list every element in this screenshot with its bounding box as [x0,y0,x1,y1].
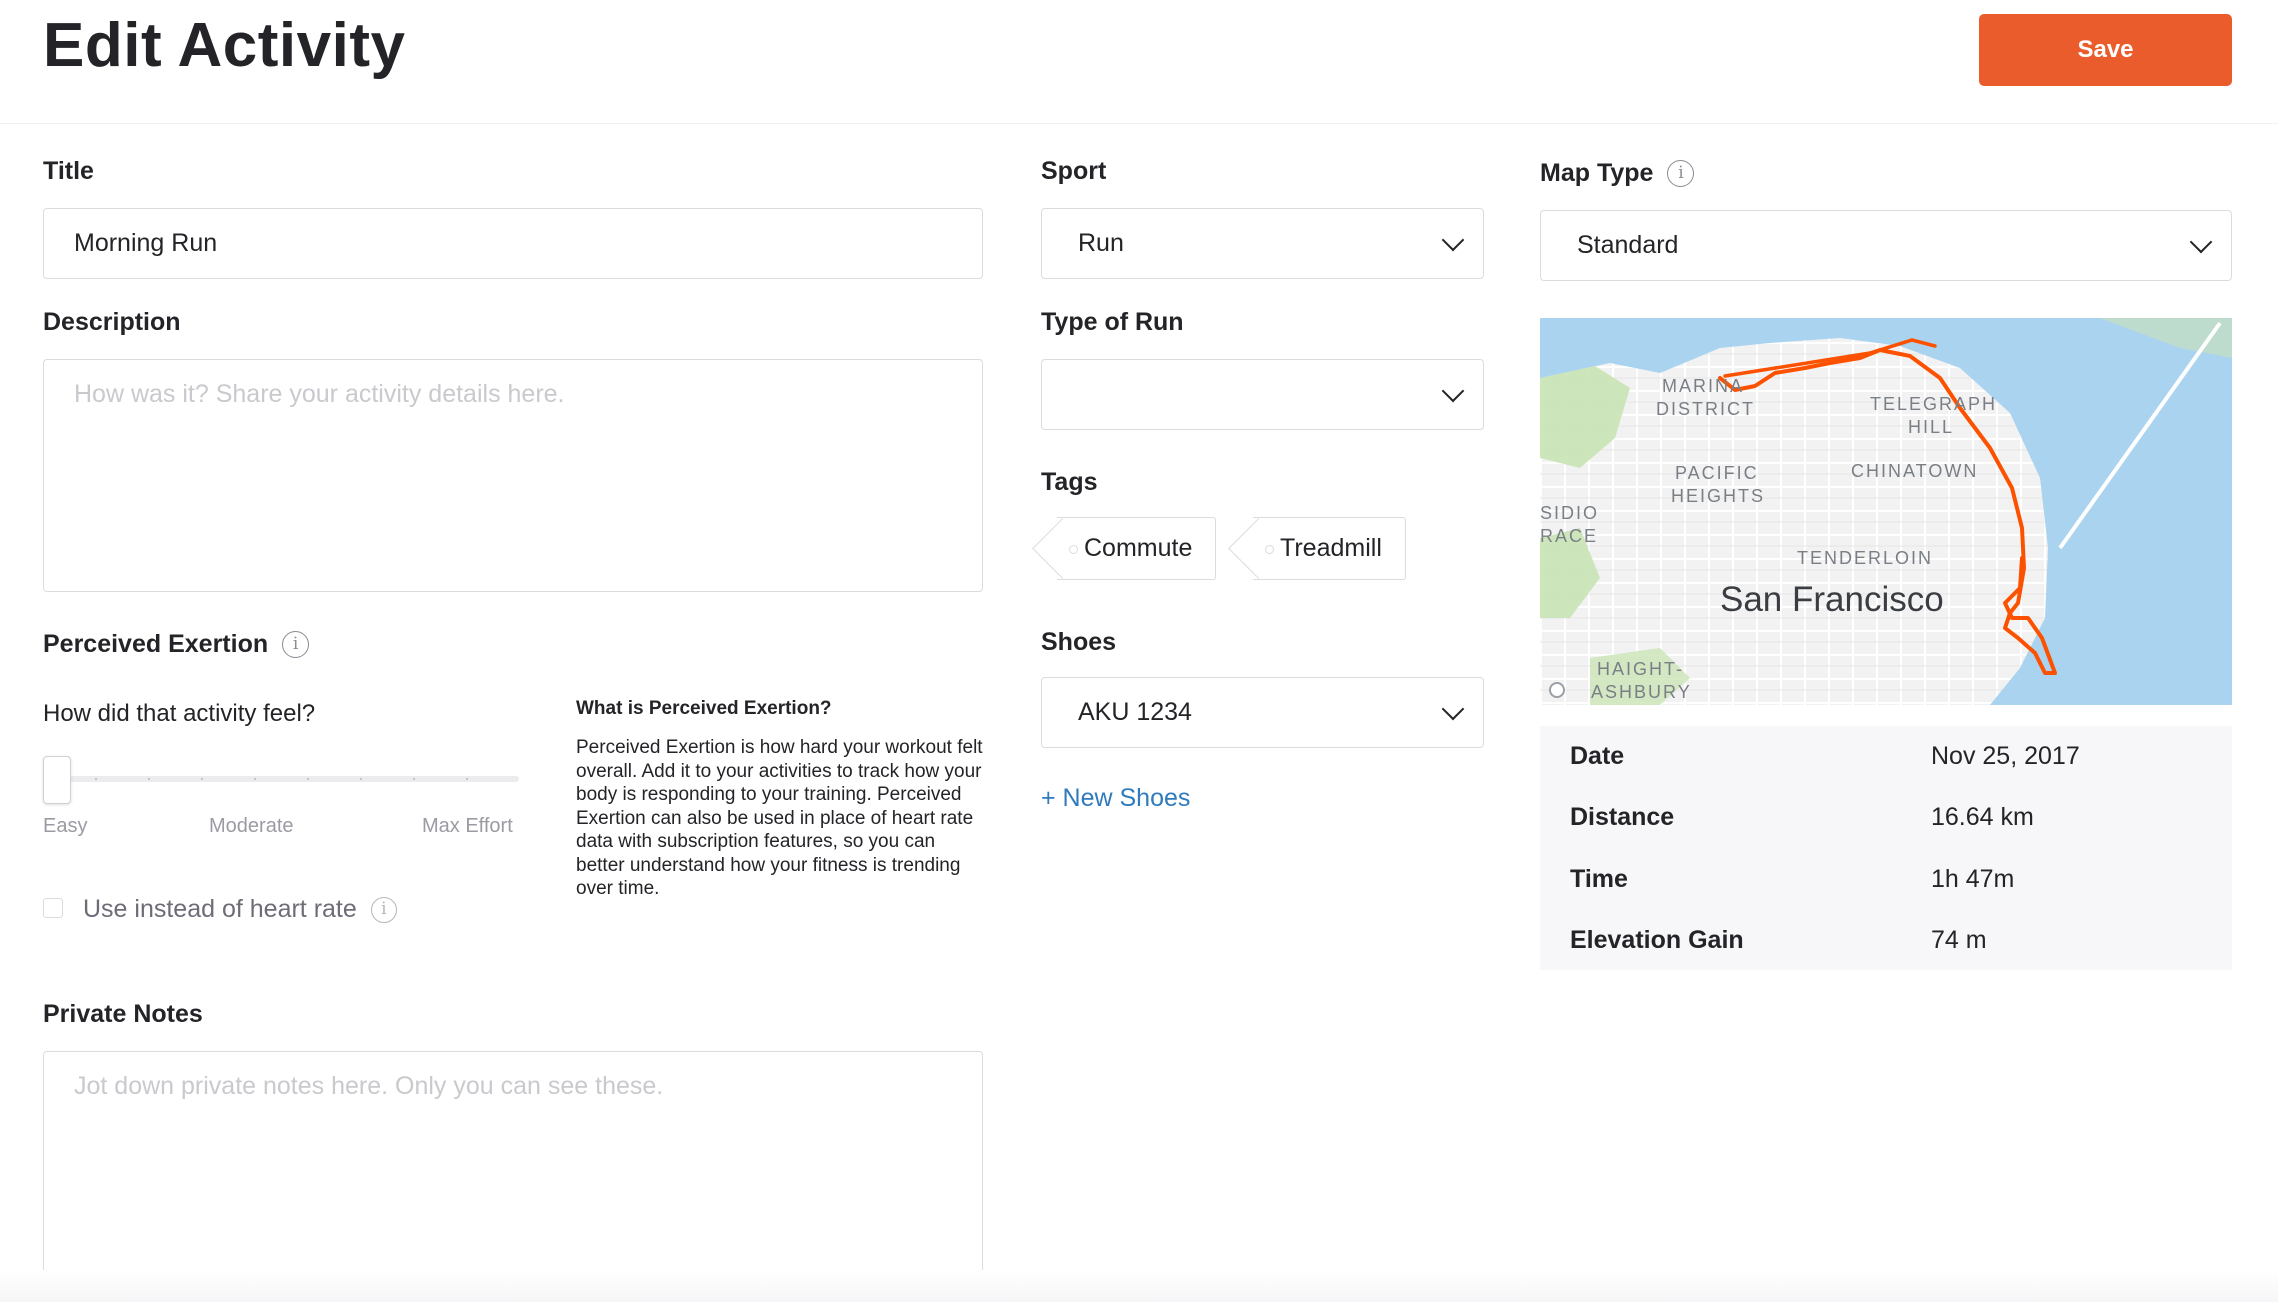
map-type-info-icon[interactable]: i [1667,159,1695,187]
map-label: HAIGHT- [1597,659,1685,679]
map-type-label-text: Map Type [1540,159,1654,187]
type-of-run-label: Type of Run [1041,308,1184,336]
stat-row-elevation-gain: Elevation Gain 74 m [1570,926,2210,955]
slider-tick [95,778,97,780]
activity-map[interactable] [1540,318,2232,705]
page-title: Edit Activity [43,11,406,80]
map-svg [1540,318,2232,705]
stat-key: Distance [1570,803,1675,831]
heart-rate-info-icon[interactable]: i [370,896,397,923]
private-notes-label: Private Notes [43,1000,203,1028]
stat-key: Time [1570,865,1628,893]
stat-value: 1h 47m [1931,865,2015,893]
exertion-question: How did that activity feel? [43,700,316,727]
map-type-label: Map Type i [1540,158,1695,188]
slider-tick [360,778,362,780]
title-input[interactable]: Morning Run [43,208,983,279]
map-label: TENDERLOIN [1797,548,1934,568]
tag-label: Treadmill [1280,534,1382,562]
stat-value: 74 m [1931,926,1987,954]
stat-value: Nov 25, 2017 [1931,742,2080,770]
use-instead-of-heart-rate-label: Use instead of heart rate i [83,895,397,924]
stat-row-date: Date Nov 25, 2017 [1570,742,2210,771]
map-label: HILL [1908,417,1955,437]
exertion-help-title: What is Perceived Exertion? [576,698,832,719]
tag-commute[interactable]: Commute [1057,517,1216,580]
chevron-down-icon [1441,697,1465,720]
perceived-exertion-label: Perceived Exertion i [43,629,310,659]
slider-tick [466,778,468,780]
exertion-slider-track[interactable] [43,776,519,782]
save-button[interactable]: Save [1979,14,2232,86]
tag-label: Commute [1084,534,1193,562]
map-city-label: San Francisco [1720,580,1944,619]
map-label: RACE [1540,526,1599,546]
sport-label: Sport [1041,157,1107,185]
tag-treadmill[interactable]: Treadmill [1253,517,1406,580]
private-notes-placeholder: Jot down private notes here. Only you ca… [74,1072,664,1100]
tags-label: Tags [1041,468,1098,496]
stat-key: Elevation Gain [1570,926,1744,954]
exertion-slider-thumb[interactable] [43,756,71,804]
map-label: PACIFIC [1675,463,1759,483]
chevron-down-icon [2189,230,2213,253]
slider-tick [413,778,415,780]
stat-key: Date [1570,742,1625,770]
private-notes-textarea[interactable]: Jot down private notes here. Only you ca… [43,1051,983,1284]
tag-hole-icon [1069,545,1078,554]
title-label: Title [43,157,94,185]
map-label: HEIGHTS [1671,486,1766,506]
map-type-select[interactable]: Standard [1540,210,2232,281]
sport-select-value: Run [1078,229,1124,257]
perceived-exertion-info-icon[interactable]: i [282,630,310,658]
map-label: ASHBURY [1591,682,1692,702]
activity-stats-panel: Date Nov 25, 2017 Distance 16.64 km Time… [1540,726,2232,970]
description-textarea[interactable]: How was it? Share your activity details … [43,359,983,592]
chevron-down-icon [1441,379,1465,402]
slider-label-easy: Easy [43,815,88,837]
shoes-label: Shoes [1041,628,1117,656]
map-label: SIDIO [1540,503,1600,523]
page-header: Edit Activity Save [0,0,2278,124]
map-label: TELEGRAPH [1870,394,1998,414]
perceived-exertion-label-text: Perceived Exertion [43,630,269,658]
new-shoes-link[interactable]: + New Shoes [1041,784,1190,813]
map-label: MARINA [1662,376,1745,396]
slider-tick [148,778,150,780]
stat-value: 16.64 km [1931,803,2034,831]
shoes-select-value: AKU 1234 [1078,698,1192,726]
slider-tick [201,778,203,780]
title-input-value: Morning Run [74,229,218,257]
description-placeholder: How was it? Share your activity details … [74,380,565,408]
use-instead-of-heart-rate-checkbox[interactable] [43,898,63,918]
map-label: CHINATOWN [1851,461,1979,481]
chevron-down-icon [1441,228,1465,251]
type-of-run-select[interactable] [1041,359,1484,430]
exertion-help-text: Perceived Exertion is how hard your work… [576,737,983,899]
description-label: Description [43,308,181,336]
slider-tick [254,778,256,780]
slider-label-max-effort: Max Effort [422,815,513,837]
map-type-select-value: Standard [1577,231,1679,259]
map-label: DISTRICT [1656,399,1755,419]
tag-hole-icon [1265,545,1274,554]
shoes-select[interactable]: AKU 1234 [1041,677,1484,748]
checkbox-label-text: Use instead of heart rate [83,895,357,923]
slider-label-moderate: Moderate [209,815,294,837]
map-logo-icon [1549,682,1565,698]
sport-select[interactable]: Run [1041,208,1484,279]
footer-fade [0,1270,2278,1302]
slider-tick [307,778,309,780]
stat-row-time: Time 1h 47m [1570,865,2210,894]
stat-row-distance: Distance 16.64 km [1570,803,2210,832]
